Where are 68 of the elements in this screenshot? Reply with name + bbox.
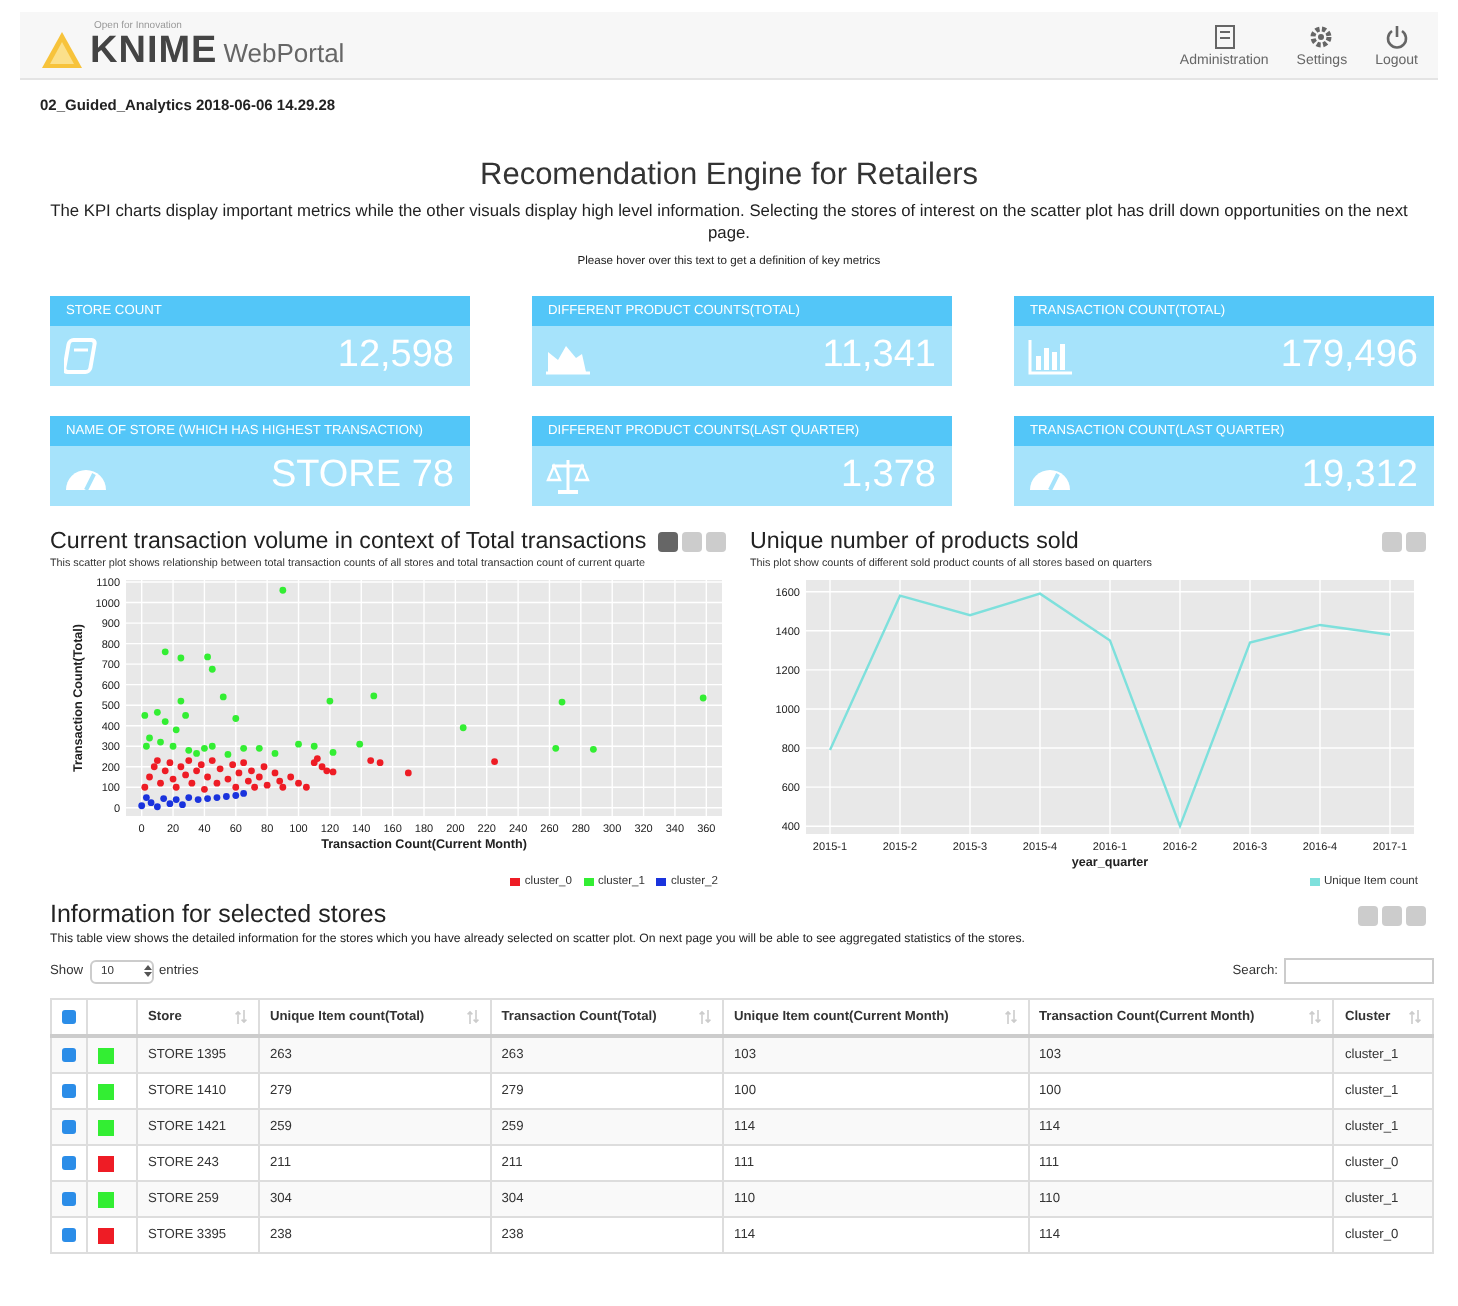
- checkbox[interactable]: [62, 1010, 76, 1024]
- scatter-point: [271, 750, 279, 757]
- scatter-point: [370, 692, 378, 700]
- scatter-point: [157, 779, 164, 787]
- scatter-point: [177, 654, 185, 662]
- table-title: Information for selected stores: [50, 900, 387, 930]
- scatter-point: [356, 740, 364, 748]
- scatter-point: [558, 698, 566, 706]
- sort-icon[interactable]: [698, 1010, 713, 1024]
- sort-icon[interactable]: [233, 1010, 248, 1024]
- scatter-point: [177, 697, 185, 705]
- scatter-point: [141, 712, 149, 719]
- scatter-point: [161, 648, 169, 656]
- scatter-point: [182, 712, 189, 719]
- logo-icon: [40, 30, 84, 70]
- checkbox[interactable]: [62, 1192, 76, 1206]
- kpi-icon: [546, 456, 590, 496]
- kpi-value: 11,341: [822, 334, 936, 378]
- scatter-point: [491, 758, 498, 765]
- scatter-point: [590, 745, 597, 753]
- scatter-point: [169, 742, 177, 750]
- page-description: The KPI charts display important metrics while the other visuals display high level information. Selecting the stores of interest on the scatter plot has drill down opportunities on the next page.: [48, 200, 1410, 244]
- scatter-point: [255, 744, 263, 752]
- checkbox[interactable]: [62, 1120, 76, 1134]
- search-field[interactable]: [1284, 958, 1434, 984]
- checkbox[interactable]: [62, 1228, 76, 1242]
- chart-title: Unique number of products sold: [750, 526, 1079, 556]
- kpi-value: STORE 78: [270, 454, 454, 498]
- kpi-value: 12,598: [337, 334, 454, 378]
- scatter-point: [295, 740, 302, 748]
- scatter-point: [240, 744, 248, 752]
- scatter-point: [204, 653, 211, 661]
- scatter-point: [329, 749, 337, 756]
- sort-icon[interactable]: [465, 1010, 480, 1024]
- kpi-value: 19,312: [1301, 454, 1418, 498]
- kpi-icon: [1028, 336, 1072, 376]
- sort-icon[interactable]: [1308, 1010, 1323, 1024]
- checkbox[interactable]: [62, 1156, 76, 1170]
- scatter-point: [326, 697, 334, 705]
- page-title: Recomendation Engine for Retailers: [478, 158, 980, 194]
- kpi-value: 1,378: [840, 454, 936, 498]
- checkbox[interactable]: [62, 1048, 76, 1062]
- brand-name: KNIME: [90, 32, 218, 70]
- sort-icon[interactable]: [1003, 1010, 1017, 1024]
- menu-icon[interactable]: [1406, 905, 1426, 925]
- scatter-point: [157, 738, 164, 746]
- scatter-point: [459, 724, 467, 732]
- scatter-point: [219, 693, 227, 701]
- power-icon: [1383, 23, 1410, 49]
- scatter-point: [699, 694, 707, 702]
- menu-icon[interactable]: [1406, 531, 1426, 551]
- scatter-point: [552, 744, 560, 752]
- settings-icon: [1308, 23, 1335, 49]
- kpi-value: 179,496: [1280, 334, 1418, 378]
- checkbox[interactable]: [62, 1084, 76, 1098]
- menu-icon[interactable]: [706, 531, 726, 551]
- spinner-icon: [143, 964, 151, 978]
- book-icon: [1211, 23, 1238, 49]
- scatter-point: [172, 726, 180, 734]
- scatter-point: [232, 715, 240, 722]
- sort-icon[interactable]: [1408, 1010, 1422, 1024]
- chart-title: Current transaction volume in context of Total transactions: [50, 526, 647, 556]
- scatter-point: [279, 586, 287, 594]
- product-name: WebPortal: [223, 38, 345, 68]
- scatter-point: [224, 751, 232, 758]
- scatter-point: [404, 769, 412, 777]
- scatter-point: [208, 665, 216, 673]
- scatter-point: [310, 742, 318, 750]
